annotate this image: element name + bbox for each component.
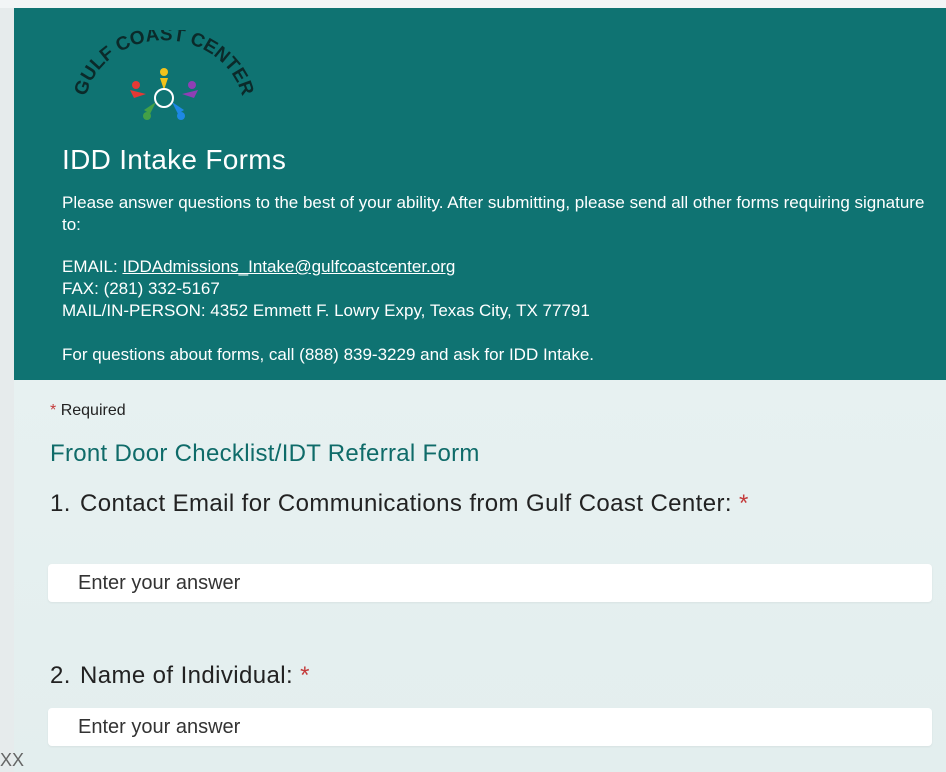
individual-name-input[interactable] [48, 708, 932, 746]
contact-info: EMAIL: IDDAdmissions_Intake@gulfcoastcen… [62, 256, 590, 322]
required-star: * [50, 402, 57, 419]
question-number: 2. [50, 662, 71, 689]
email-link[interactable]: IDDAdmissions_Intake@gulfcoastcenter.org [122, 257, 455, 276]
question-label: Contact Email for Communications from Gu… [80, 490, 732, 517]
question-2: 2. Name of Individual: * [50, 660, 880, 692]
left-margin [0, 8, 14, 772]
logo-figures-icon [130, 68, 198, 120]
required-star: * [739, 490, 749, 517]
email-label: EMAIL: [62, 257, 123, 276]
email-line: EMAIL: IDDAdmissions_Intake@gulfcoastcen… [62, 256, 590, 278]
question-text: Name of Individual: * [80, 660, 880, 692]
corner-mark: XX [0, 750, 25, 770]
form-header: GULF COAST CENTER IDD Intake Forms Pleas… [14, 8, 946, 380]
mail-line: MAIL/IN-PERSON: 4352 Emmett F. Lowry Exp… [62, 301, 590, 320]
question-1: 1. Contact Email for Communications from … [50, 488, 880, 520]
required-note: * Required [50, 402, 126, 420]
required-star: * [300, 662, 310, 689]
page-title: IDD Intake Forms [62, 144, 287, 175]
contact-email-input[interactable] [48, 564, 932, 602]
required-label: Required [60, 402, 126, 419]
question-number: 1. [50, 490, 71, 517]
fax-line: FAX: (281) 332-5167 [62, 279, 220, 298]
questions-note: For questions about forms, call (888) 83… [62, 345, 594, 364]
section-title: Front Door Checklist/IDT Referral Form [50, 440, 480, 467]
form-body: * Required Front Door Checklist/IDT Refe… [14, 380, 946, 772]
question-label: Name of Individual: [80, 662, 294, 689]
top-strip [0, 0, 946, 8]
form-description: Please answer questions to the best of y… [62, 193, 925, 234]
gulf-coast-center-logo: GULF COAST CENTER [70, 30, 258, 120]
question-text: Contact Email for Communications from Gu… [80, 488, 880, 520]
